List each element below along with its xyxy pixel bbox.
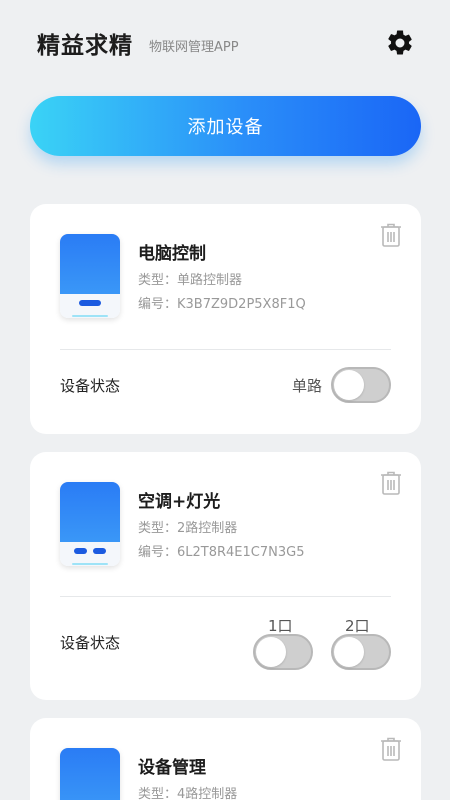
device-thumbnail bbox=[60, 482, 120, 566]
device-thumbnail bbox=[60, 748, 120, 800]
device-card: 设备管理 类型：4路控制器 bbox=[30, 718, 421, 800]
switch-toggle[interactable] bbox=[253, 634, 313, 670]
gear-icon bbox=[388, 30, 412, 55]
add-device-button[interactable]: 添加设备 bbox=[30, 96, 421, 156]
settings-button[interactable] bbox=[384, 27, 416, 59]
device-name: 设备管理 bbox=[138, 758, 206, 778]
device-name: 电脑控制 bbox=[138, 244, 206, 264]
toggle-knob bbox=[256, 637, 286, 667]
device-thumbnail bbox=[60, 234, 120, 318]
device-card: 电脑控制 类型：单路控制器 编号：K3B7Z9D2P5X8F1Q 设备状态 单路 bbox=[30, 204, 421, 434]
switch-label: 2口 bbox=[345, 617, 370, 635]
device-name: 空调+灯光 bbox=[138, 492, 221, 512]
trash-icon bbox=[381, 223, 401, 247]
trash-icon bbox=[381, 737, 401, 761]
delete-button[interactable] bbox=[379, 222, 403, 248]
delete-button[interactable] bbox=[379, 736, 403, 762]
toggle-knob bbox=[334, 370, 364, 400]
app-subtitle: 物联网管理APP bbox=[149, 40, 239, 55]
device-code: 编号：6L2T8R4E1C7N3G5 bbox=[138, 545, 305, 560]
device-card: 空调+灯光 类型：2路控制器 编号：6L2T8R4E1C7N3G5 设备状态 1… bbox=[30, 452, 421, 700]
device-type: 类型：单路控制器 bbox=[138, 273, 243, 288]
device-status-label: 设备状态 bbox=[60, 377, 121, 395]
switch-label: 1口 bbox=[268, 617, 293, 635]
device-status-label: 设备状态 bbox=[60, 634, 121, 652]
app-title: 精益求精 bbox=[37, 33, 133, 59]
switch-toggle[interactable] bbox=[331, 367, 391, 403]
app-header: 精益求精 物联网管理APP bbox=[0, 0, 450, 90]
device-code: 编号：K3B7Z9D2P5X8F1Q bbox=[138, 297, 306, 312]
switch-toggle[interactable] bbox=[331, 634, 391, 670]
toggle-knob bbox=[334, 637, 364, 667]
device-type: 类型：4路控制器 bbox=[138, 787, 238, 800]
trash-icon bbox=[381, 471, 401, 495]
delete-button[interactable] bbox=[379, 470, 403, 496]
switch-label: 单路 bbox=[292, 377, 323, 395]
device-type: 类型：2路控制器 bbox=[138, 521, 238, 536]
